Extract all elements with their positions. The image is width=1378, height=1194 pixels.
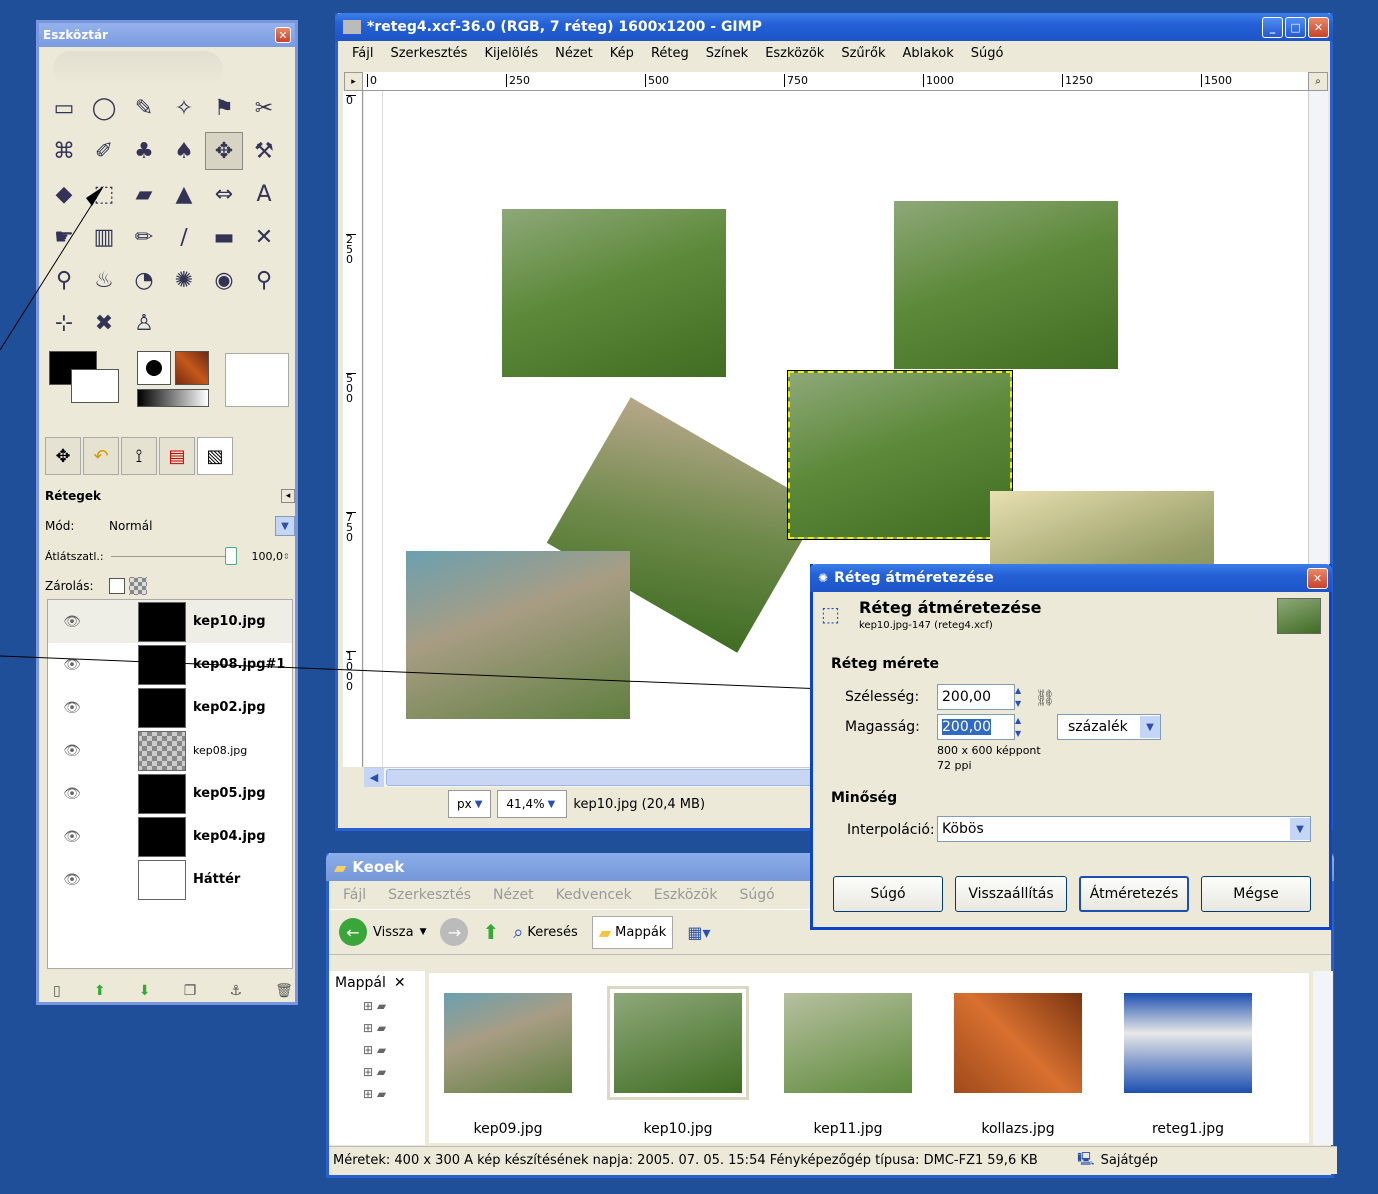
- dropdown-arrow-icon: ▼: [1140, 716, 1160, 738]
- resize-icon: ⬚: [821, 602, 840, 626]
- file-thumbnail[interactable]: kep11.jpg: [783, 983, 913, 1137]
- menu-item[interactable]: Nézet: [493, 887, 534, 903]
- height-input[interactable]: 200,00: [937, 714, 1015, 740]
- folder-pane-title: Mappál: [335, 975, 386, 991]
- explorer-title: Keoek: [352, 858, 405, 876]
- file-thumbnail[interactable]: reteg1.jpg: [1123, 983, 1253, 1137]
- close-pane-icon[interactable]: ✕: [394, 975, 406, 991]
- chain-link-icon[interactable]: ⛓: [1035, 688, 1055, 707]
- layer-preview-thumb: [1277, 598, 1321, 634]
- menu-item[interactable]: Szerkesztés: [388, 887, 471, 903]
- gimp-wilber-icon: ✺: [818, 571, 829, 585]
- folder-tree[interactable]: ⊞ ▰ ⊞ ▰ ⊞ ▰ ⊞ ▰ ⊞ ▰: [329, 995, 425, 1105]
- width-label: Szélesség:: [845, 689, 920, 705]
- back-button[interactable]: ← Vissza ▼: [339, 918, 426, 946]
- reset-button[interactable]: Visszaállítás: [955, 876, 1067, 912]
- computer-icon: 🖳: [1077, 1151, 1095, 1167]
- dialog-subheader: kep10.jpg-147 (reteg4.xcf): [859, 620, 993, 631]
- file-preview-image: [1124, 993, 1252, 1093]
- dialog-close-button[interactable]: ✕: [1307, 567, 1328, 589]
- arrow-head-1: [86, 186, 104, 206]
- file-name: reteg1.jpg: [1151, 1121, 1225, 1137]
- resize-layer-dialog: ✺ Réteg átméretezése ✕ ⬚ Réteg átméretez…: [810, 564, 1332, 930]
- unit-dropdown[interactable]: százalék ▼: [1057, 714, 1161, 740]
- file-preview-image: [784, 993, 912, 1093]
- help-button[interactable]: Súgó: [833, 876, 943, 912]
- file-thumbnail[interactable]: kep09.jpg: [443, 983, 573, 1137]
- menu-item[interactable]: Súgó: [739, 887, 774, 903]
- status-location: Sajátgép: [1100, 1153, 1159, 1168]
- file-preview-image: [444, 993, 572, 1093]
- menu-item[interactable]: Fájl: [343, 887, 366, 903]
- thumbnail-view: kep09.jpg kep10.jpg kep11.jpg kollazs.jpg re…: [429, 973, 1309, 1143]
- height-label: Magasság:: [845, 719, 920, 735]
- folders-icon: ▰: [598, 922, 612, 942]
- views-icon[interactable]: ▦▾: [687, 923, 710, 942]
- folder-icon: ▰: [334, 857, 347, 877]
- file-preview-image: [954, 993, 1082, 1093]
- dropdown-arrow-icon: ▼: [1290, 818, 1310, 840]
- menu-item[interactable]: Kedvencek: [556, 887, 632, 903]
- interpolation-dropdown[interactable]: Köbös ▼: [937, 816, 1311, 842]
- file-name: kep09.jpg: [473, 1121, 543, 1137]
- arrow-line-1: [0, 197, 97, 351]
- file-name: kollazs.jpg: [981, 1121, 1055, 1137]
- status-main: Méretek: 400 x 300 A kép készítésének na…: [333, 1153, 984, 1168]
- file-name: kep10.jpg: [643, 1121, 713, 1137]
- file-name: kep11.jpg: [813, 1121, 883, 1137]
- dialog-titlebar: ✺ Réteg átméretezése ✕: [810, 564, 1332, 592]
- pixels-info: 800 x 600 képpont: [937, 744, 1041, 757]
- cancel-button[interactable]: Mégse: [1201, 876, 1311, 912]
- interpolation-label: Interpoláció:: [847, 822, 935, 838]
- back-arrow-icon: ←: [339, 918, 367, 946]
- file-preview-image: [607, 986, 749, 1100]
- file-thumbnail[interactable]: kollazs.jpg: [953, 983, 1083, 1137]
- width-spinner[interactable]: ▲ ▼: [1015, 684, 1029, 710]
- dialog-header: Réteg átméretezése: [859, 598, 1042, 617]
- search-icon: ⌕: [513, 921, 524, 943]
- width-input[interactable]: 200,00: [937, 684, 1015, 710]
- quality-section-title: Minőség: [831, 790, 898, 806]
- forward-arrow-icon[interactable]: →: [440, 918, 469, 946]
- folders-button[interactable]: ▰ Mappák: [591, 915, 674, 949]
- height-spinner[interactable]: ▲ ▼: [1015, 714, 1029, 740]
- file-thumbnail[interactable]: kep10.jpg: [607, 983, 749, 1137]
- resize-button[interactable]: Átméretezés: [1079, 876, 1189, 912]
- explorer-statusbar: Méretek: 400 x 300 A kép készítésének na…: [329, 1146, 1337, 1174]
- folder-pane: Mappál ✕ ⊞ ▰ ⊞ ▰ ⊞ ▰ ⊞ ▰ ⊞ ▰: [329, 971, 425, 1145]
- status-size: 59,6 KB: [987, 1153, 1038, 1168]
- up-folder-icon[interactable]: ⬆: [482, 920, 499, 944]
- dialog-title: Réteg átméretezése: [834, 570, 994, 586]
- size-section-title: Réteg mérete: [831, 656, 940, 672]
- menu-item[interactable]: Eszközök: [654, 887, 718, 903]
- ppi-info: 72 ppi: [937, 759, 972, 772]
- search-button[interactable]: ⌕ Keresés: [513, 922, 578, 943]
- explorer-vscroll[interactable]: [1313, 971, 1333, 1145]
